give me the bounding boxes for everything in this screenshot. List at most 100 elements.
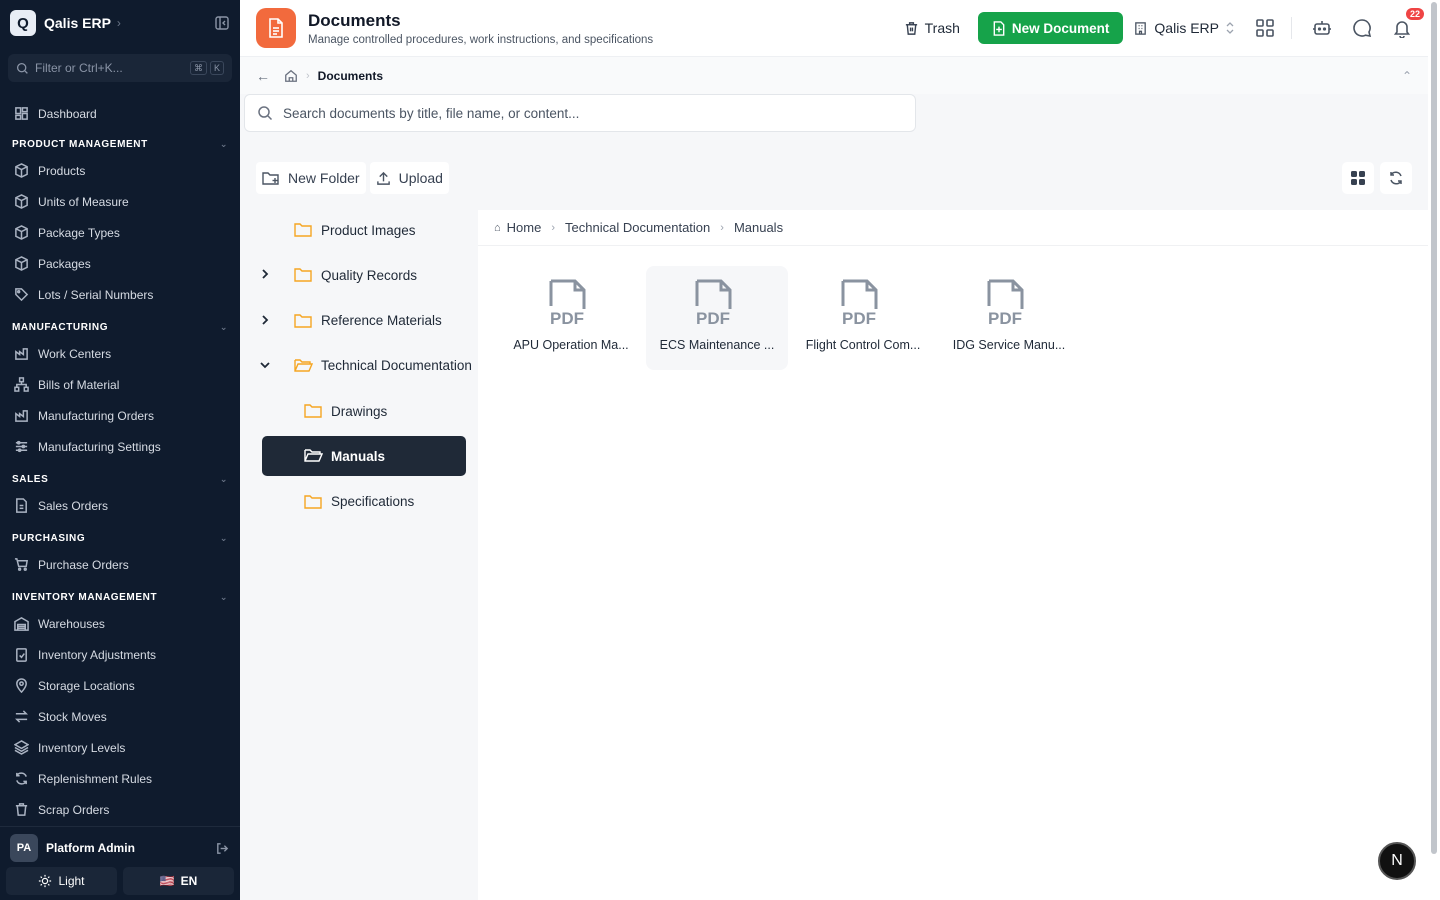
sidebar-item-storage-locations[interactable]: Storage Locations [0,670,240,701]
sidebar-item-manufacturing-settings[interactable]: Manufacturing Settings [0,431,240,462]
breadcrumb: ← › Documents ⌃ [240,57,1428,94]
sidebar-item-label: Packages [38,256,91,271]
grid-view-button[interactable] [1342,162,1374,194]
sidebar-item-dashboard[interactable]: Dashboard [0,98,240,129]
file-browser: ⌂ Home › Technical Documentation › Manua… [478,210,1428,900]
language-button[interactable]: 🇺🇸 EN [123,867,234,895]
new-folder-button[interactable]: New Folder [256,162,366,194]
folder-icon [304,403,322,421]
clipboard-check-icon [16,648,27,662]
sidebar-item-label: Manufacturing Orders [38,408,155,423]
chevron-down-icon[interactable] [260,359,270,373]
sidebar-item-inventory-adjustments[interactable]: Inventory Adjustments [0,639,240,670]
svg-text:PDF: PDF [988,309,1022,328]
sidebar-item-bills-of-material[interactable]: Bills of Material [0,369,240,400]
apps-grid-icon[interactable] [1255,18,1275,38]
home-icon[interactable]: ⌂ [494,222,501,234]
footer-buttons: Light 🇺🇸 EN [0,865,240,897]
upload-button[interactable]: Upload [369,162,449,194]
sidebar-collapse-icon[interactable] [214,15,230,31]
refresh-button[interactable] [1380,162,1412,194]
nav-section-header[interactable]: PRODUCT MANAGEMENT ⌄ [0,133,240,155]
dashboard-icon [15,107,28,120]
tree-item-technical-documentation[interactable]: Technical Documentation [240,346,478,386]
file-grid: PDF APU Operation Ma... PDF ECS Maintenan… [500,266,1080,370]
theme-toggle-button[interactable]: Light [6,867,117,895]
search-input[interactable]: Search documents by title, file name, or… [244,94,916,132]
nav-section-header[interactable]: PURCHASING ⌄ [0,527,240,549]
factory-icon [15,410,28,422]
upload-label: Upload [398,170,443,186]
new-document-button[interactable]: New Document [977,12,1124,44]
sidebar-item-inventory-levels[interactable]: Inventory Levels [0,732,240,763]
filter-placeholder: Filter or Ctrl+K... [35,61,123,75]
page-subtitle: Manage controlled procedures, work instr… [308,33,654,46]
app-logo[interactable]: Q [10,10,36,36]
sidebar-item-label: Replenishment Rules [38,771,153,786]
kbd-cmd: ⌘ [189,61,207,75]
file-card[interactable]: PDF IDG Service Manu... [938,266,1080,370]
file-name: Flight Control Com... [805,338,921,352]
divider [1291,17,1292,39]
arrows-swap-icon [15,710,28,723]
tree-item-quality-records[interactable]: Quality Records [240,255,478,295]
avatar[interactable]: PA [10,834,38,862]
chevron-down-icon: ⌄ [219,532,228,543]
building-icon [1135,21,1147,35]
file-card[interactable]: PDF Flight Control Com... [792,266,934,370]
sidebar-item-stock-moves[interactable]: Stock Moves [0,701,240,732]
sidebar-item-lots-serial-numbers[interactable]: Lots / Serial Numbers [0,279,240,310]
nav-section-header[interactable]: SALES ⌄ [0,468,240,490]
factory-icon [15,348,28,360]
file-card[interactable]: PDF ECS Maintenance ... [646,266,788,370]
tree-item-label: Reference Materials [321,313,442,329]
sidebar-item-work-centers[interactable]: Work Centers [0,338,240,369]
page-scrollbar[interactable] [1428,0,1440,900]
files-breadcrumb-home[interactable]: Home [507,220,542,235]
tree-item-specifications[interactable]: Specifications [240,482,478,522]
back-arrow-icon[interactable]: ← [256,68,270,84]
assistant-fab-button[interactable]: N [1378,842,1416,880]
tree-item-product-images[interactable]: Product Images [240,210,478,250]
user-row[interactable]: PA Platform Admin [0,831,240,865]
files-breadcrumb-manuals[interactable]: Manuals [734,220,783,235]
document-icon [16,498,27,513]
chevron-right-icon[interactable] [260,268,270,282]
sidebar-filter-input[interactable]: Filter or Ctrl+K... ⌘ K [8,54,232,82]
sidebar-item-packages[interactable]: Packages [0,248,240,279]
chevron-up-icon[interactable]: ⌃ [1402,69,1412,83]
tree-item-manuals[interactable]: Manuals [262,436,466,477]
scrollbar-thumb[interactable] [1431,2,1437,854]
sidebar-item-manufacturing-orders[interactable]: Manufacturing Orders [0,400,240,431]
home-icon[interactable] [284,69,298,83]
tree-item-label: Quality Records [321,267,418,283]
tree-item-label: Product Images [321,222,416,238]
files-breadcrumb-technical-documentation[interactable]: Technical Documentation [565,220,710,235]
sidebar-item-units-of-measure[interactable]: Units of Measure [0,186,240,217]
nav-section-header[interactable]: INVENTORY MANAGEMENT ⌄ [0,586,240,608]
file-name: ECS Maintenance ... [659,338,775,352]
trash-button[interactable]: Trash [904,20,960,36]
notifications-button[interactable]: 22 [1392,8,1424,39]
tree-item-drawings[interactable]: Drawings [240,391,478,431]
sidebar-header: Q Qalis ERP › [0,0,240,46]
file-card[interactable]: PDF APU Operation Ma... [500,266,642,370]
organization-selector[interactable]: Qalis ERP [1133,20,1235,36]
sidebar-item-sales-orders[interactable]: Sales Orders [0,490,240,521]
sidebar-item-purchase-orders[interactable]: Purchase Orders [0,549,240,580]
sidebar-item-warehouses[interactable]: Warehouses [0,608,240,639]
chat-icon[interactable] [1352,18,1372,38]
chevron-right-icon[interactable] [260,314,270,328]
bot-icon[interactable] [1312,18,1332,38]
sidebar-item-replenishment-rules[interactable]: Replenishment Rules [0,763,240,794]
app-name[interactable]: Qalis ERP [44,15,111,31]
breadcrumb-separator: › [720,221,724,234]
sidebar-item-scrap-orders[interactable]: Scrap Orders [0,794,240,825]
sidebar-item-package-types[interactable]: Package Types [0,217,240,248]
nav-section-header[interactable]: MANUFACTURING ⌄ [0,316,240,338]
page-title: Documents [308,10,401,30]
logout-icon[interactable] [215,841,230,856]
flag-icon: 🇺🇸 [159,874,175,888]
sidebar-item-products[interactable]: Products [0,155,240,186]
tree-item-reference-materials[interactable]: Reference Materials [240,301,478,341]
